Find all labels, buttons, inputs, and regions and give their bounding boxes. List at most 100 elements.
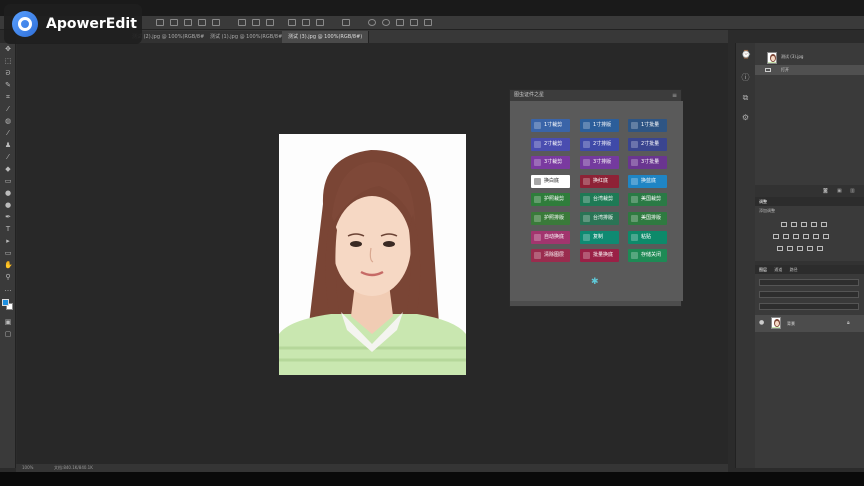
more-tools-icon[interactable]: … — [4, 286, 12, 293]
plugin-button-23[interactable]: 批量换底 — [580, 249, 619, 263]
clone-panel-icon[interactable]: ⧉ — [741, 93, 750, 102]
3d-drag-icon[interactable] — [396, 19, 404, 26]
brush-tool-icon[interactable]: ⁄ — [4, 130, 12, 137]
auto-align-icon[interactable] — [342, 19, 350, 26]
align-top-icon[interactable] — [198, 19, 206, 26]
eyedropper-icon[interactable]: ⁄ — [4, 106, 12, 113]
plugin-button-24[interactable]: 存储关闭 — [628, 249, 667, 263]
plugin-button-20[interactable]: 复制 — [580, 230, 619, 244]
type-tool-icon[interactable]: T — [4, 226, 12, 233]
hue-sat-icon[interactable] — [773, 234, 779, 239]
posterize-icon[interactable] — [787, 246, 793, 251]
plugin-button-12[interactable]: 换蓝底 — [628, 174, 667, 188]
marquee-tool-icon[interactable]: ⬚ — [4, 58, 12, 65]
eye-icon[interactable]: ● — [759, 319, 764, 326]
3d-scale-icon[interactable] — [424, 19, 432, 26]
align-middle-icon[interactable] — [212, 19, 220, 26]
distribute-right-icon[interactable] — [266, 19, 274, 26]
panel-menu-icon[interactable]: ≡ — [672, 90, 677, 101]
plugin-button-7[interactable]: 3寸裁剪 — [531, 156, 570, 170]
lock-options[interactable] — [759, 303, 859, 310]
dodge-tool-icon[interactable]: ● — [4, 202, 12, 209]
align-left-icon[interactable] — [156, 19, 164, 26]
pen-tool-icon[interactable]: ✒ — [4, 214, 12, 221]
history-brush-icon[interactable]: ⁄ — [4, 154, 12, 161]
tab-layers[interactable]: 图层 — [759, 265, 767, 274]
black-white-icon[interactable] — [793, 234, 799, 239]
plugin-button-4[interactable]: 2寸裁剪 — [531, 137, 570, 151]
plugin-button-10[interactable]: 换白底 — [531, 174, 570, 188]
tab-doc-3[interactable]: 测试 (3).jpg @ 100%(RGB/8#) — [282, 31, 370, 43]
threshold-icon[interactable] — [797, 246, 803, 251]
zoom-level[interactable]: 100% — [22, 464, 33, 472]
plugin-button-11[interactable]: 换红底 — [580, 174, 619, 188]
distribute-bottom-icon[interactable] — [316, 19, 324, 26]
portrait-photo[interactable] — [279, 134, 466, 375]
levels-icon[interactable] — [791, 222, 797, 227]
eraser-tool-icon[interactable]: ◆ — [4, 166, 12, 173]
hand-tool-icon[interactable]: ✋ — [4, 262, 13, 269]
history-panel-icon[interactable]: ⌚ — [741, 50, 751, 59]
exposure-icon[interactable] — [811, 222, 817, 227]
crop-tool-icon[interactable]: ⌗ — [4, 94, 12, 101]
plugin-button-8[interactable]: 3寸排版 — [580, 156, 619, 170]
plugin-button-19[interactable]: 自动换底 — [531, 230, 570, 244]
history-snapshot[interactable]: 测试 (3).jpg — [755, 49, 864, 64]
info-panel-icon[interactable]: ⓘ — [741, 73, 750, 82]
align-right-icon[interactable] — [184, 19, 192, 26]
move-tool-icon[interactable]: ✥ — [4, 46, 12, 53]
channel-mixer-icon[interactable] — [813, 234, 819, 239]
lasso-tool-icon[interactable]: ᘐ — [4, 70, 12, 77]
zoom-tool-icon[interactable]: ⚲ — [4, 274, 12, 281]
selective-color-icon[interactable] — [817, 246, 823, 251]
invert-icon[interactable] — [777, 246, 783, 251]
plugin-button-21[interactable]: 粘贴 — [628, 230, 667, 244]
plugin-button-15[interactable]: 美国裁剪 — [628, 193, 667, 207]
curves-icon[interactable] — [801, 222, 807, 227]
brightness-icon[interactable] — [781, 222, 787, 227]
history-step-open[interactable]: 打开 — [755, 65, 864, 75]
tab-channels[interactable]: 通道 — [774, 265, 782, 274]
plugin-button-17[interactable]: 台湾排版 — [580, 212, 619, 225]
photo-filter-icon[interactable] — [803, 234, 809, 239]
3d-roll-icon[interactable] — [382, 19, 390, 26]
gradient-tool-icon[interactable]: ▭ — [4, 178, 12, 185]
layer-row-background[interactable]: ● 背景 🔒︎ — [755, 315, 864, 332]
plugin-button-14[interactable]: 台湾裁剪 — [580, 193, 619, 207]
plugin-button-16[interactable]: 护照排版 — [531, 212, 570, 225]
shape-tool-icon[interactable]: ▭ — [4, 250, 12, 257]
3d-rotate-icon[interactable] — [368, 19, 376, 26]
plugin-button-2[interactable]: 1寸排版 — [580, 119, 619, 132]
gradient-map-icon[interactable] — [807, 246, 813, 251]
plugin-button-1[interactable]: 1寸裁剪 — [531, 119, 570, 132]
color-balance-icon[interactable] — [783, 234, 789, 239]
plugin-button-13[interactable]: 护照裁剪 — [531, 193, 570, 207]
vibrance-icon[interactable] — [821, 222, 827, 227]
quick-select-icon[interactable]: ✎ — [4, 82, 12, 89]
distribute-middle-icon[interactable] — [302, 19, 310, 26]
new-state-icon[interactable]: ▣ — [837, 188, 842, 194]
tab-adjustments[interactable]: 调整 — [759, 197, 767, 206]
quick-mask-icon[interactable]: ▣ — [4, 319, 12, 326]
distribute-center-icon[interactable] — [252, 19, 260, 26]
plugin-button-5[interactable]: 2寸排版 — [580, 137, 619, 151]
color-lookup-icon[interactable] — [823, 234, 829, 239]
trash-icon[interactable]: ▥ — [850, 188, 855, 194]
tab-paths[interactable]: 路径 — [790, 265, 798, 274]
plugin-button-6[interactable]: 2寸批量 — [628, 137, 667, 151]
blur-tool-icon[interactable]: ● — [4, 190, 12, 197]
stamp-tool-icon[interactable]: ♟ — [4, 142, 12, 149]
tab-doc-1[interactable]: 测试 (1).jpg @ 100%(RGB/8#) — [204, 31, 292, 43]
blend-mode-select[interactable] — [759, 291, 859, 298]
properties-panel-icon[interactable]: ⚙ — [741, 113, 750, 122]
foreground-color-swatch[interactable] — [2, 299, 9, 306]
layer-filter-bar[interactable] — [759, 279, 859, 286]
camera-icon[interactable]: ◙ — [823, 188, 828, 194]
plugin-button-18[interactable]: 美国排版 — [628, 212, 667, 225]
healing-brush-icon[interactable]: ◍ — [4, 118, 12, 125]
plugin-button-9[interactable]: 3寸批量 — [628, 156, 667, 170]
path-select-icon[interactable]: ▸ — [4, 238, 12, 245]
3d-slide-icon[interactable] — [410, 19, 418, 26]
distribute-left-icon[interactable] — [238, 19, 246, 26]
distribute-top-icon[interactable] — [288, 19, 296, 26]
